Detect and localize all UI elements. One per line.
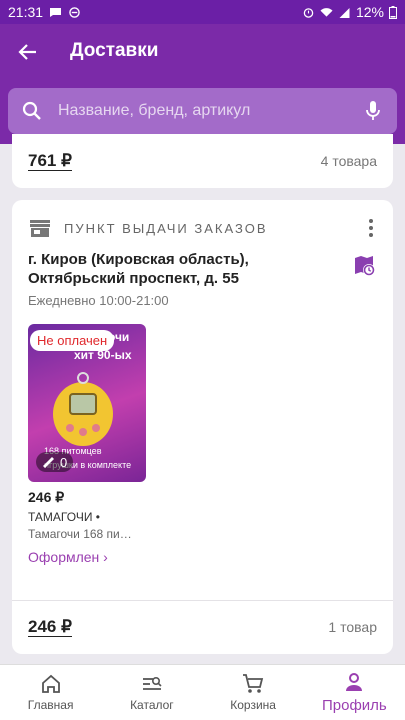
message-icon (50, 7, 62, 17)
tamagotchi-illustration (53, 372, 113, 446)
map-icon[interactable] (353, 254, 377, 278)
more-options-button[interactable] (361, 216, 381, 240)
nav-item-cart[interactable]: Корзина (203, 665, 304, 720)
pickup-hours: Ежедневно 10:00-21:00 (28, 293, 169, 308)
cart-icon (243, 674, 264, 693)
search-placeholder: Название, бренд, артикул (58, 102, 251, 119)
profile-icon (346, 672, 363, 691)
battery-icon (389, 5, 397, 19)
order-total-amount: 246 ₽ (28, 617, 72, 637)
search-input[interactable]: Название, бренд, артикул (8, 88, 397, 134)
alarm-icon (303, 7, 314, 18)
nav-label: Корзина (230, 698, 276, 712)
bottom-navigation: Главная Каталог Корзина Профиль (0, 664, 405, 720)
microphone-icon[interactable] (363, 100, 383, 122)
divider (12, 600, 393, 601)
nav-item-home[interactable]: Главная (0, 665, 101, 720)
home-icon (41, 674, 60, 693)
page-title: Доставки (70, 40, 159, 61)
nav-item-profile[interactable]: Профиль (304, 665, 405, 720)
signal-icon (339, 7, 350, 18)
arrow-left-icon (18, 44, 36, 60)
pickup-point-label: ПУНКТ ВЫДАЧИ ЗАКАЗОВ (64, 221, 268, 236)
order-card-previous[interactable]: 761 ₽ 4 товара (12, 134, 393, 188)
order-card: ПУНКТ ВЫДАЧИ ЗАКАЗОВ г. Киров (Кировская… (12, 200, 393, 654)
status-time: 21:31 (8, 4, 44, 20)
status-bar: 21:31 12% (0, 0, 405, 24)
quantity-value: 0 (60, 454, 68, 470)
order-total-amount: 761 ₽ (28, 151, 72, 171)
product-title: Тамагочи 168 пи… (28, 527, 132, 541)
ruler-icon (43, 457, 54, 468)
battery-level: 12% (355, 4, 384, 20)
payment-status-badge: Не оплачен (30, 330, 115, 351)
pickup-address: г. Киров (Кировская область), Октябрьски… (28, 251, 249, 287)
back-button[interactable] (10, 34, 46, 70)
do-not-disturb-icon (69, 6, 80, 18)
order-status-link[interactable]: Оформлен › (28, 549, 108, 565)
app-bar: Доставки Название, бренд, артикул (0, 24, 405, 144)
product-price: 246 ₽ (28, 489, 65, 505)
quantity-badge: 0 (36, 452, 74, 472)
order-item-count: 4 товара (320, 153, 377, 169)
wifi-icon (320, 7, 333, 17)
catalog-icon (142, 677, 162, 690)
product-brand: ТАМАГОЧИ • (28, 510, 100, 524)
nav-label: Главная (27, 698, 74, 712)
nav-label: Каталог (130, 698, 174, 712)
nav-item-catalog[interactable]: Каталог (101, 665, 202, 720)
nav-label: Профиль (321, 696, 387, 714)
store-icon (30, 220, 50, 237)
order-item-count: 1 товар (328, 619, 377, 635)
search-icon (22, 101, 41, 120)
product-image[interactable]: Тамагочи хит 90-ых 168 питомцев игрушки … (28, 324, 146, 482)
